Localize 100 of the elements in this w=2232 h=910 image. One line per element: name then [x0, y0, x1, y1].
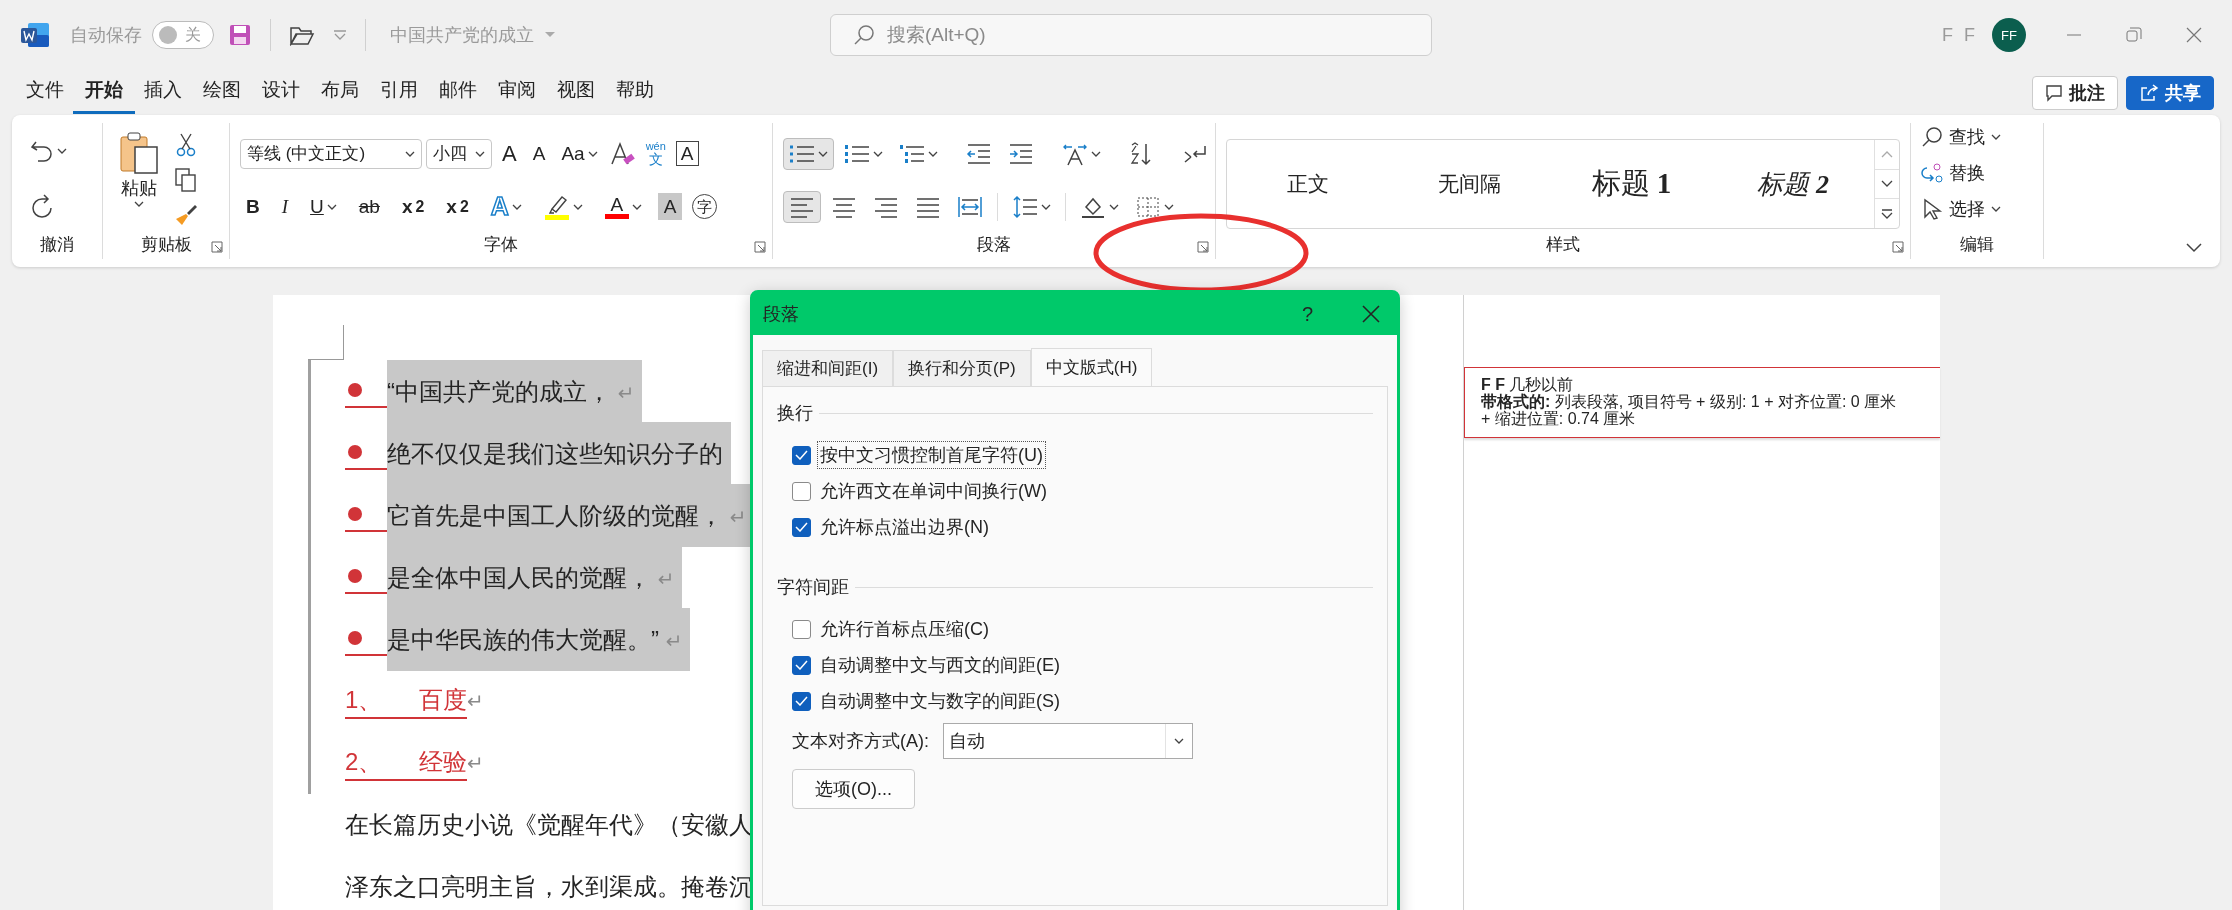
caret-icon[interactable] — [134, 201, 144, 207]
cursor-icon — [1921, 198, 1943, 220]
shrink-font-button[interactable]: A — [526, 140, 552, 167]
scroll-down-icon[interactable] — [1881, 180, 1893, 188]
options-button[interactable]: 选项(O)... — [792, 769, 915, 809]
user-avatar[interactable]: FF — [1992, 18, 2026, 52]
align-left-button[interactable] — [783, 190, 821, 223]
checkbox-label: 允许标点溢出边界(N) — [819, 516, 990, 539]
folder-icon[interactable] — [289, 24, 315, 46]
group-label: 编辑 — [1960, 234, 1994, 256]
caret-icon[interactable] — [873, 150, 883, 157]
caret-icon[interactable] — [1109, 203, 1119, 210]
field-label: 文本对齐方式(A): — [792, 730, 929, 753]
caret-icon[interactable] — [511, 203, 522, 210]
collapse-ribbon-icon[interactable] — [2186, 243, 2202, 253]
dialog-launcher-icon[interactable] — [211, 241, 223, 253]
comment-time: 几秒以前 — [1509, 376, 1574, 393]
scissors-icon[interactable] — [175, 132, 197, 157]
caret-icon[interactable] — [1164, 203, 1174, 210]
list-item-text: 是全体中国人民的觉醒， ↵ — [387, 545, 683, 609]
caret-icon[interactable] — [475, 150, 485, 157]
style-option[interactable]: 无间隔 — [1388, 170, 1551, 198]
menu-tab[interactable]: 布局 — [309, 71, 371, 114]
menu-tab[interactable]: 帮助 — [604, 71, 666, 114]
style-option[interactable]: 标题 1 — [1550, 164, 1713, 204]
menu-tab[interactable]: 文件 — [14, 71, 76, 114]
text-effects-button[interactable]: A — [484, 190, 528, 223]
caret-icon[interactable] — [928, 150, 938, 157]
underline-button[interactable]: U — [304, 193, 343, 220]
dialog-tab[interactable]: 换行和分页(P) — [893, 350, 1031, 386]
font-size-dropdown[interactable]: 小四 — [426, 138, 492, 169]
list-number: 2、 — [345, 747, 384, 777]
editing-button[interactable]: 选择 — [1921, 191, 2033, 227]
caret-icon[interactable] — [405, 150, 415, 157]
save-icon[interactable] — [228, 23, 252, 47]
close-icon[interactable] — [1361, 304, 1381, 324]
menu-tab[interactable]: 插入 — [132, 71, 194, 114]
caret-icon[interactable] — [631, 203, 642, 210]
close-icon[interactable] — [2186, 27, 2202, 43]
list-item-text: “中国共产党的成立， ↵ — [387, 359, 643, 423]
distributed-icon — [957, 194, 983, 219]
more-styles-icon[interactable] — [1881, 208, 1893, 219]
menu-tab[interactable]: 引用 — [368, 71, 430, 114]
caret-icon[interactable] — [587, 150, 598, 157]
dialog-launcher-icon[interactable] — [1892, 241, 1904, 253]
menu-tab[interactable]: 审阅 — [486, 71, 548, 114]
word-logo-icon[interactable] — [20, 21, 50, 49]
font-color-button[interactable]: A — [598, 190, 648, 223]
caret-icon[interactable] — [1991, 134, 2001, 140]
phonetic-guide-button[interactable]: wén 文 — [639, 137, 672, 170]
checkbox[interactable] — [792, 445, 811, 465]
share-button[interactable]: 共享 — [2126, 75, 2214, 110]
section-heading: 字符间距 — [777, 576, 849, 599]
share-icon — [2139, 83, 2159, 102]
checkbox[interactable] — [792, 481, 811, 501]
list-item-text: 经验 — [419, 747, 467, 777]
text-alignment-dropdown[interactable]: 自动 — [943, 723, 1193, 759]
change-case-button[interactable]: Aa — [555, 140, 604, 167]
character-border-button[interactable]: A — [675, 141, 699, 166]
dialog-launcher-icon[interactable] — [1197, 241, 1209, 253]
caret-icon[interactable] — [572, 203, 583, 210]
menu-tab[interactable]: 绘图 — [191, 71, 253, 114]
bullets-button[interactable] — [783, 137, 834, 170]
editing-button[interactable]: 替换 — [1921, 155, 2033, 191]
dialog-tab[interactable]: 缩进和间距(I) — [762, 350, 894, 386]
menu-tab[interactable]: 邮件 — [427, 71, 489, 114]
dialog-tab[interactable]: 中文版式(H) — [1030, 348, 1153, 386]
style-option[interactable]: 正文 — [1227, 170, 1389, 198]
checkbox[interactable] — [792, 619, 811, 639]
dialog-title: 段落 — [763, 303, 799, 326]
strikethrough-button[interactable]: ab — [352, 193, 386, 220]
caret-icon[interactable] — [1091, 150, 1101, 157]
group-label: 撤消 — [40, 234, 74, 256]
bold-button[interactable]: B — [240, 193, 266, 220]
caret-icon[interactable] — [818, 150, 828, 157]
editing-button[interactable]: 查找 — [1921, 119, 2033, 155]
checkbox[interactable] — [792, 691, 811, 711]
search-icon — [853, 24, 875, 46]
caret-icon[interactable] — [1041, 203, 1051, 210]
list-item-text: 百度 — [419, 685, 467, 715]
menu-tab[interactable]: 设计 — [250, 71, 312, 114]
character-shading-button[interactable]: A — [657, 193, 683, 220]
menu-tab[interactable]: 视图 — [545, 71, 607, 114]
help-button[interactable]: ? — [1295, 301, 1319, 327]
caret-icon[interactable] — [1174, 738, 1184, 744]
clipboard-icon — [119, 131, 159, 175]
caret-icon[interactable] — [57, 147, 67, 154]
caret-icon[interactable] — [1991, 206, 2001, 212]
comments-button[interactable]: 批注 — [2032, 75, 2118, 110]
group-label: 剪贴板 — [140, 234, 192, 256]
checkbox[interactable] — [792, 517, 811, 537]
paste-button[interactable]: 粘贴 — [113, 127, 165, 233]
copy-icon[interactable] — [175, 168, 197, 192]
dialog-launcher-icon[interactable] — [754, 241, 766, 253]
checkbox[interactable] — [792, 655, 811, 675]
style-option[interactable]: 标题 2 — [1712, 166, 1874, 202]
caret-icon[interactable] — [326, 203, 337, 210]
italic-button[interactable]: I — [275, 193, 295, 220]
font-name-dropdown[interactable]: 等线 (中文正文) — [240, 138, 422, 169]
grow-font-button[interactable]: A — [496, 138, 523, 169]
